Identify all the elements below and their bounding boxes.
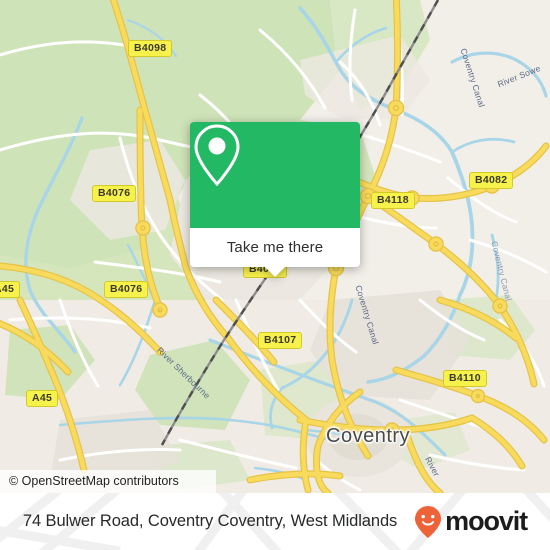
footer-bar: 74 Bulwer Road, Coventry Coventry, West … (0, 493, 550, 550)
city-label-coventry: Coventry (326, 425, 411, 447)
road-shield: B4082 (469, 172, 514, 189)
osm-attribution[interactable]: © OpenStreetMap contributors (0, 470, 216, 493)
road-shield: B4107 (258, 332, 303, 349)
road-shield: A45 (0, 281, 21, 298)
map-pin-icon (194, 124, 240, 187)
take-me-there-label: Take me there (226, 239, 324, 256)
road-shield: A45 (26, 390, 59, 407)
moovit-smiley-pin-icon (415, 505, 442, 538)
moovit-wordmark: moovit (445, 506, 528, 536)
location-popup[interactable]: Take me there (190, 122, 360, 277)
moovit-logo[interactable]: moovit (413, 505, 528, 539)
moovit-map-screenshot: B4098B4076B4076A45A45B4107B4098B4118B408… (0, 0, 550, 550)
road-shield: B4098 (128, 40, 173, 57)
road-shield: B4118 (371, 192, 415, 209)
popup-action-bar[interactable]: Take me there (190, 228, 360, 277)
popup-pointer-tail (264, 266, 286, 277)
road-shield: B4076 (92, 185, 137, 202)
popup-green-panel (190, 122, 360, 228)
road-shield: B4110 (443, 370, 487, 387)
road-shield: B4076 (104, 281, 149, 298)
address-label: 74 Bulwer Road, Coventry Coventry, West … (22, 512, 398, 530)
map-canvas[interactable]: B4098B4076B4076A45A45B4107B4098B4118B408… (0, 0, 550, 493)
